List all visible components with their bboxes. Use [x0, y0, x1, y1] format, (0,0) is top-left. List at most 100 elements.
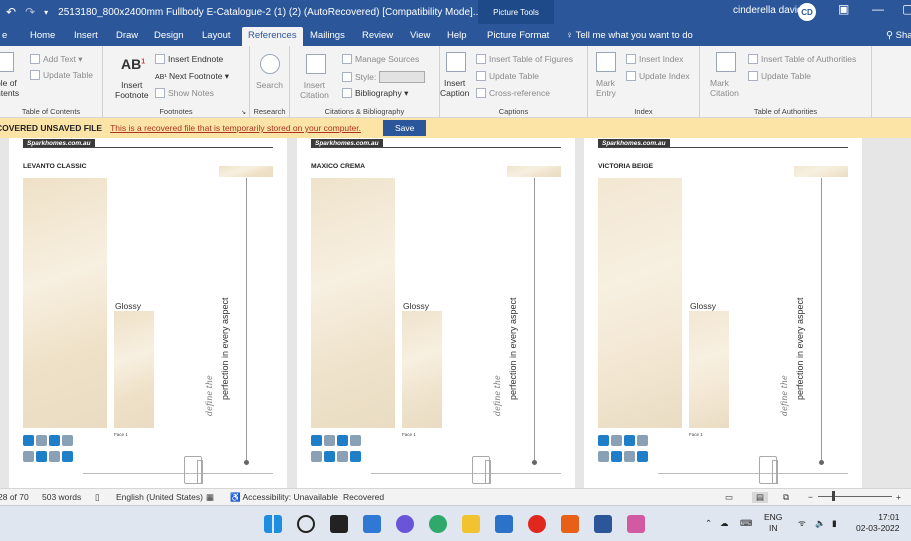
insert-table-of-figures-button[interactable]: Insert Table of Figures [476, 54, 573, 64]
customize-qat-icon[interactable]: ▾ [44, 8, 48, 17]
mark-entry-button[interactable]: Mark Entry [596, 78, 616, 98]
insert-caption-button[interactable]: Insert Caption [440, 78, 469, 98]
print-layout-icon[interactable]: ▤ [752, 492, 769, 503]
macro-icon[interactable]: ▦ [206, 492, 214, 503]
face-label: Face 1 [689, 432, 703, 437]
tab-picture-format[interactable]: Picture Format [481, 27, 555, 46]
paint-icon[interactable] [627, 515, 645, 533]
insert-table-of-authorities-button[interactable]: Insert Table of Authorities [748, 54, 856, 64]
tile-small-image[interactable] [402, 311, 442, 428]
zoom-slider[interactable] [818, 496, 892, 497]
ribbon-display-options-icon[interactable]: ▣ [838, 2, 849, 16]
fixture-drawing [485, 460, 491, 484]
share-icon: ⚲ [886, 30, 893, 41]
update-toa-button[interactable]: Update Table [748, 71, 811, 81]
footnote-ab-icon: AB1 [121, 56, 146, 72]
tell-me-search[interactable]: ♀ Tell me what you want to do [566, 30, 693, 41]
user-name[interactable]: cinderella david [733, 5, 803, 16]
chat-icon[interactable] [396, 515, 414, 533]
tab-help[interactable]: Help [441, 27, 473, 46]
tab-layout[interactable]: Layout [196, 27, 237, 46]
add-text-button[interactable]: Add Text ▾ [30, 54, 83, 65]
accessibility-status[interactable]: ♿ Accessibility: Unavailable [230, 492, 338, 503]
update-index-button[interactable]: Update Index [626, 71, 690, 81]
next-footnote-button[interactable]: AB¹ Next Footnote ▾ [155, 71, 229, 82]
show-notes-button[interactable]: Show Notes [155, 88, 214, 98]
toc-button[interactable]: ble of ntents [0, 78, 19, 98]
tab-file[interactable]: e [0, 27, 13, 46]
edge-icon[interactable] [429, 515, 447, 533]
update-table-icon [30, 70, 40, 80]
cross-reference-button[interactable]: Cross-reference [476, 88, 550, 98]
insert-footnote-button[interactable]: Insert Footnote [115, 80, 149, 100]
search-button[interactable]: Search [256, 80, 283, 90]
avatar[interactable]: CD [798, 3, 816, 21]
word-icon[interactable] [594, 515, 612, 533]
share-button[interactable]: ⚲ Sha [886, 30, 911, 41]
language[interactable]: English (United States) [116, 492, 203, 502]
zoom-in-button[interactable]: + [896, 492, 901, 502]
file-explorer-icon[interactable] [462, 515, 480, 533]
keyboard-icon[interactable]: ⌨ [740, 518, 752, 529]
mail-icon[interactable] [495, 515, 513, 533]
volume-icon[interactable]: 🔈 [815, 518, 826, 529]
proofing-icon[interactable]: ▯ [95, 492, 100, 503]
windows-start-icon[interactable] [264, 515, 282, 533]
bibliography-button[interactable]: Bibliography ▾ [342, 88, 408, 99]
tile-edge-image[interactable] [507, 166, 561, 177]
minimize-icon[interactable]: — [872, 2, 884, 16]
style-selector[interactable]: Style: [342, 71, 425, 83]
clock[interactable]: 17:01 02-03-2022 [856, 512, 899, 534]
tab-review[interactable]: Review [356, 27, 399, 46]
tray-chevron-icon[interactable]: ⌃ [705, 518, 712, 529]
tab-view[interactable]: View [404, 27, 436, 46]
tab-draw[interactable]: Draw [110, 27, 144, 46]
word-count[interactable]: 503 words [42, 492, 81, 502]
battery-icon[interactable]: ▮ [832, 518, 837, 529]
language-indicator[interactable]: ENG IN [764, 512, 782, 534]
tile-small-image[interactable] [114, 311, 154, 428]
tile-small-image[interactable] [689, 311, 729, 428]
office-icon[interactable] [561, 515, 579, 533]
tab-design[interactable]: Design [148, 27, 190, 46]
zoom-out-button[interactable]: − [808, 492, 813, 502]
undo-icon[interactable]: ↶ [6, 5, 16, 19]
style-dropdown[interactable] [378, 71, 425, 83]
recovered-message-link[interactable]: This is a recovered file that is tempora… [110, 123, 361, 133]
tab-home[interactable]: Home [24, 27, 61, 46]
document-area[interactable]: Sparkhomes.com.au LEVANTO CLASSIC Glossy… [0, 138, 911, 488]
manage-sources-button[interactable]: Manage Sources [342, 54, 419, 64]
tile-edge-image[interactable] [219, 166, 273, 177]
tab-references[interactable]: References [242, 27, 303, 46]
task-view-icon[interactable] [330, 515, 348, 533]
toc-icon [0, 52, 14, 72]
widgets-icon[interactable] [363, 515, 381, 533]
tab-mailings[interactable]: Mailings [304, 27, 351, 46]
web-layout-icon[interactable]: ⧉ [783, 492, 789, 503]
tile-large-image[interactable] [598, 178, 682, 428]
tile-edge-image[interactable] [794, 166, 848, 177]
insert-citation-button[interactable]: Insert Citation [300, 80, 329, 100]
dialog-launcher-icon[interactable]: ↘ [241, 109, 246, 116]
update-table-button[interactable]: Update Table [30, 70, 93, 80]
save-button[interactable]: Save [382, 120, 427, 136]
group-index: Mark Entry Insert Index Update Index Ind… [588, 46, 700, 118]
read-mode-icon[interactable]: ▭ [725, 492, 733, 503]
mark-citation-button[interactable]: Mark Citation [710, 78, 739, 98]
tile-large-image[interactable] [311, 178, 395, 428]
search-icon[interactable] [297, 515, 315, 533]
zoom-slider-thumb[interactable] [832, 491, 835, 501]
opera-icon[interactable] [528, 515, 546, 533]
tile-large-image[interactable] [23, 178, 107, 428]
fixture-drawing [197, 460, 203, 484]
cloud-icon[interactable]: ☁ [720, 518, 729, 529]
update-table-button[interactable]: Update Table [476, 71, 539, 81]
insert-index-button[interactable]: Insert Index [626, 54, 683, 64]
tab-insert[interactable]: Insert [68, 27, 104, 46]
page-count[interactable]: 28 of 70 [0, 492, 29, 502]
redo-icon[interactable]: ↷ [25, 5, 35, 19]
restore-icon[interactable]: ▢ [902, 2, 911, 16]
insert-endnote-button[interactable]: Insert Endnote [155, 54, 223, 64]
group-table-of-authorities: Mark Citation Insert Table of Authoritie… [700, 46, 872, 118]
wifi-icon[interactable]: ᯤ [798, 518, 806, 529]
